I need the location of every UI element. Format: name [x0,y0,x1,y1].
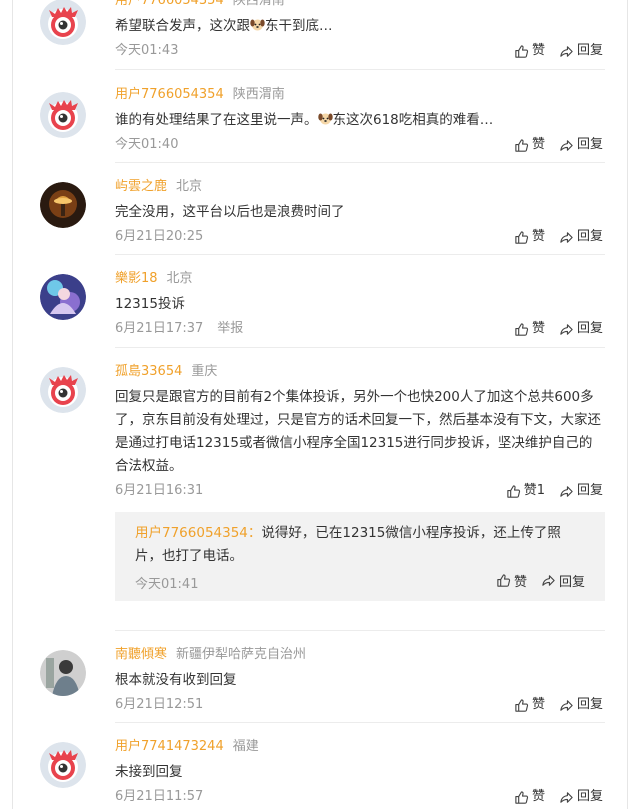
divider [115,254,605,255]
comment-username[interactable]: 樂影18 [115,271,158,286]
like-button[interactable]: 赞 [514,320,545,338]
comment-text: 12315投诉 [115,296,185,312]
report-link[interactable]: 举报 [217,321,243,336]
like-button[interactable]: 赞 [514,696,545,714]
comment-location: 陕西渭南 [232,87,285,102]
comment-time: 6月21日17:37 [115,321,204,336]
avatar[interactable] [40,650,86,696]
like-button[interactable]: 赞 [496,571,527,590]
thumbs-up-icon [514,138,529,153]
comment-location: 福建 [232,739,259,754]
comment-time: 6月21日11:57 [115,789,204,804]
nested-reply-text: 用户7766054354：说得好，已在12315微信小程序投诉，还上传了照片，也… [135,525,561,564]
comment-text: 谁的有处理结果了在这里说一声。 东这次618吃相真的难看… [115,112,494,128]
avatar[interactable] [40,0,86,45]
reply-button[interactable]: 回复 [559,320,603,338]
weibo-avatar-icon [40,0,86,45]
lamp-avatar-icon [40,182,86,228]
comment-username[interactable]: 屿雲之鹿 [115,179,167,194]
comment-text: 完全没用，这平台以后也是浪费时间了 [115,204,345,220]
divider [115,347,605,348]
share-arrow-icon [559,322,574,337]
share-arrow-icon [559,484,574,499]
comment-location: 陕西渭南 [232,0,285,8]
share-arrow-icon [559,230,574,245]
comment-time: 6月21日12:51 [115,697,204,712]
comment-username[interactable]: 用户7766054354 [115,87,224,102]
thumbs-up-icon [514,230,529,245]
thumbs-up-icon [514,322,529,337]
comment-text: 根本就没有收到回复 [115,672,237,688]
share-arrow-icon [559,44,574,59]
comment-text: 希望联合发声，这次跟 东干到底… [115,18,333,34]
reply-button[interactable]: 回复 [559,696,603,714]
dog-emoji-icon [318,112,333,125]
comment-location: 北京 [166,271,193,286]
avatar[interactable] [40,274,86,320]
share-arrow-icon [559,790,574,805]
thumbs-up-icon [496,573,511,588]
nested-reply-username[interactable]: 用户7766054354： [135,525,261,541]
reply-button[interactable]: 回复 [559,42,603,60]
comment-text: 回复只是跟官方的目前有2个集体投诉，另外一个也快200人了加这个总共600多了，… [115,389,601,474]
weibo-avatar-icon [40,92,86,138]
thumbs-up-icon [514,698,529,713]
comment-location: 北京 [176,179,203,194]
weibo-avatar-icon [40,742,86,788]
thumbs-up-icon [514,790,529,805]
reply-button[interactable]: 回复 [559,482,603,500]
comment-username[interactable]: 孤島33654 [115,364,182,379]
comment-location: 重庆 [191,364,218,379]
weibo-avatar-icon [40,367,86,413]
reply-button[interactable]: 回复 [541,571,585,590]
comment-time: 6月21日20:25 [115,229,204,244]
comment-location: 新疆伊犁哈萨克自治州 [176,647,307,662]
divider [115,722,605,723]
reply-button[interactable]: 回复 [559,228,603,246]
share-arrow-icon [559,138,574,153]
divider [115,69,605,70]
comment-username[interactable]: 南聽傾寒 [115,647,167,662]
share-arrow-icon [559,698,574,713]
like-button[interactable]: 赞 [514,228,545,246]
comment-time: 6月21日16:31 [115,483,204,498]
reply-button[interactable]: 回复 [559,136,603,154]
share-arrow-icon [541,573,556,588]
comment-time: 今天01:40 [115,137,179,152]
avatar[interactable] [40,92,86,138]
thumbs-up-icon [506,484,521,499]
nested-reply: 用户7766054354：说得好，已在12315微信小程序投诉，还上传了照片，也… [115,512,605,601]
dog-emoji-icon [250,18,265,31]
avatar[interactable] [40,742,86,788]
thumbs-up-icon [514,44,529,59]
avatar[interactable] [40,182,86,228]
like-button[interactable]: 赞 [514,788,545,806]
divider [115,630,605,631]
divider [115,162,605,163]
avatar[interactable] [40,367,86,413]
reply-button[interactable]: 回复 [559,788,603,806]
comment-text: 未接到回复 [115,764,183,780]
nested-reply-time: 今天01:41 [135,577,199,592]
like-button[interactable]: 赞 [514,136,545,154]
person-avatar-icon [40,650,86,696]
comment-username[interactable]: 用户7741473244 [115,739,224,754]
comment-time: 今天01:43 [115,43,179,58]
like-button[interactable]: 赞1 [506,482,545,500]
comment-username[interactable]: 用户7766054354 [115,0,224,8]
anime-avatar-icon [40,274,86,320]
like-button[interactable]: 赞 [514,42,545,60]
